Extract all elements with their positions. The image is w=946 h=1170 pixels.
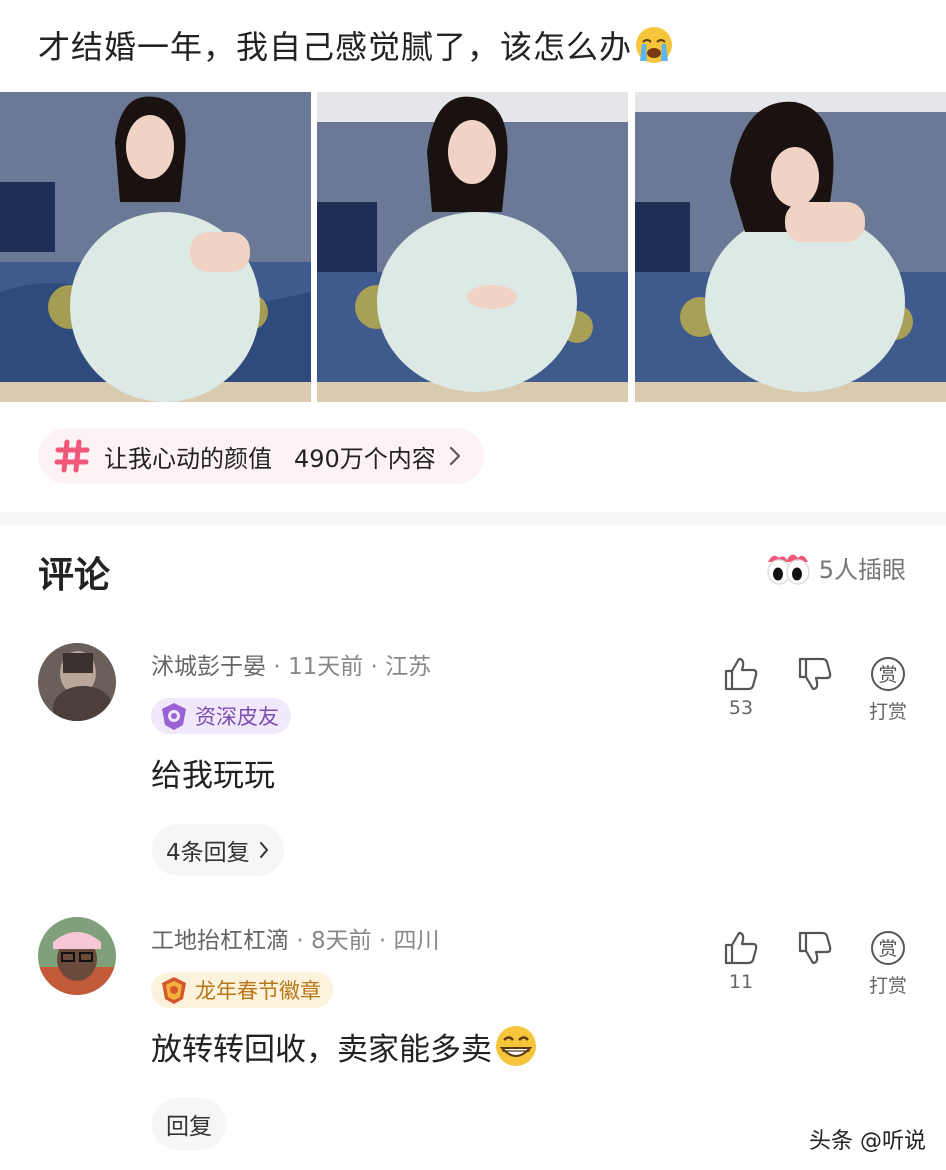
grinning-face-icon xyxy=(496,1026,536,1066)
badge-label: 龙年春节徽章 xyxy=(195,979,321,1003)
badge-label: 资深皮友 xyxy=(195,705,279,729)
crying-face-icon xyxy=(636,27,673,63)
like-count: 53 xyxy=(728,697,754,719)
chevron-right-icon xyxy=(449,446,460,466)
user-badge[interactable]: 资深皮友 xyxy=(151,698,291,734)
reactors-summary[interactable]: 5人插眼 xyxy=(765,548,906,586)
like-button[interactable]: 11 xyxy=(711,929,771,993)
view-replies-button[interactable]: 4条回复 xyxy=(152,824,284,876)
like-count: 11 xyxy=(728,971,754,993)
comment-text: 给我玩玩 xyxy=(151,758,275,794)
topic-name: 让我心动的颜值 xyxy=(104,444,272,473)
post-photo-2[interactable] xyxy=(317,92,628,402)
comment-time: 8天前 xyxy=(310,928,372,954)
topic-tag[interactable]: 让我心动的颜值 490万个内容 xyxy=(38,428,484,484)
dislike-button[interactable] xyxy=(785,655,845,693)
user-badge[interactable]: 龙年春节徽章 xyxy=(151,972,333,1008)
reply-label: 回复 xyxy=(166,1114,212,1140)
thumbs-down-icon xyxy=(798,657,832,691)
thumbs-down-icon xyxy=(798,931,832,965)
meta-separator: · xyxy=(378,928,387,954)
comment-location: 江苏 xyxy=(385,654,432,680)
tip-icon-glyph: 赏 xyxy=(878,938,897,960)
post-text-line: 才结婚一年，我自己感觉腻了，该怎么办 xyxy=(38,22,674,68)
comment-time: 11天前 xyxy=(287,654,364,680)
tip-button[interactable]: 赏 打赏 xyxy=(858,655,918,724)
avatar[interactable] xyxy=(38,643,116,721)
thumbs-up-icon xyxy=(724,931,758,965)
watermark: 头条 @听说 xyxy=(809,1129,926,1154)
hashtag-icon xyxy=(54,439,90,473)
avatar-image xyxy=(38,643,116,721)
avatar[interactable] xyxy=(38,917,116,995)
comments-title: 评论 xyxy=(38,555,111,596)
topic-count: 490万个内容 xyxy=(294,444,436,473)
thumbs-up-icon xyxy=(724,657,758,691)
tip-icon-glyph: 赏 xyxy=(878,664,897,686)
comment-username[interactable]: 工地抬杠杠滴 xyxy=(151,928,289,954)
tip-coin-icon: 赏 xyxy=(871,931,905,965)
dislike-button[interactable] xyxy=(785,929,845,967)
like-button[interactable]: 53 xyxy=(711,655,771,719)
reply-button[interactable]: 回复 xyxy=(152,1098,226,1150)
post-photo-3[interactable] xyxy=(635,92,946,402)
reactors-count: 5人插眼 xyxy=(818,555,906,584)
avatar-image xyxy=(38,917,116,995)
comment-meta: 沭城彭于晏 · 11天前 · 江苏 xyxy=(151,647,431,681)
post-text: 才结婚一年，我自己感觉腻了，该怎么办 xyxy=(38,28,633,66)
meta-separator: · xyxy=(273,654,281,680)
tip-button[interactable]: 赏 打赏 xyxy=(858,929,918,998)
comment-username[interactable]: 沭城彭于晏 xyxy=(151,654,266,680)
dragon-badge-icon xyxy=(162,977,186,1004)
section-divider xyxy=(0,512,946,526)
comment-meta: 工地抬杠杠滴 · 8天前 · 四川 xyxy=(151,921,440,955)
eyes-icon xyxy=(766,554,810,585)
meta-separator: · xyxy=(370,654,378,680)
tip-label: 打赏 xyxy=(868,701,907,723)
comment-location: 四川 xyxy=(393,928,440,954)
badge-shield-icon xyxy=(162,703,186,730)
post-photo-1[interactable] xyxy=(0,92,311,402)
comment-text: 放转转回收，卖家能多卖 xyxy=(151,1032,492,1068)
tip-coin-icon: 赏 xyxy=(871,657,905,691)
chevron-right-icon xyxy=(259,842,268,858)
reply-label: 4条回复 xyxy=(166,840,250,866)
comment-text-line: 放转转回收，卖家能多卖 xyxy=(151,1024,538,1069)
tip-label: 打赏 xyxy=(868,975,907,997)
meta-separator: · xyxy=(296,928,304,954)
